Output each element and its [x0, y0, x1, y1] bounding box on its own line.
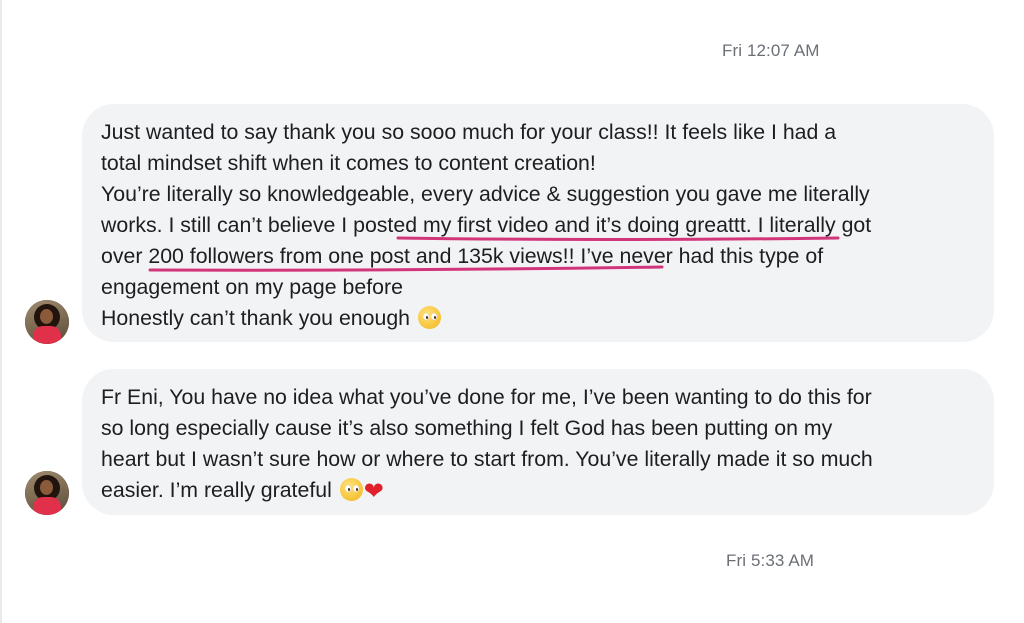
message-line: engagement on my page before — [101, 275, 403, 299]
message-bubble[interactable]: Fr Eni, You have no idea what you’ve don… — [82, 369, 994, 515]
message-line: Fr Eni, You have no idea what you’ve don… — [101, 385, 872, 409]
message-timestamp: Fri 12:07 AM — [722, 41, 820, 60]
message-line: total mindset shift when it comes to con… — [101, 151, 596, 175]
message-line: works. I still can’t believe I posted my… — [101, 213, 872, 237]
message-bubble[interactable]: Just wanted to say thank you so sooo muc… — [82, 104, 994, 342]
message-line: You’re literally so knowledgeable, every… — [101, 182, 870, 206]
message-line-last: Honestly can’t thank you enough — [101, 303, 975, 334]
message-line-last: easier. I’m really grateful ❤ — [101, 475, 975, 507]
message-line: Just wanted to say thank you so sooo muc… — [101, 120, 837, 144]
pleading-face-emoji-icon — [417, 306, 441, 329]
message-line: heart but I wasn’t sure how or where to … — [101, 447, 873, 471]
message-line-text: Honestly can’t thank you enough — [101, 306, 411, 330]
avatar[interactable] — [25, 300, 69, 344]
message-line: so long especially cause it’s also somet… — [101, 416, 833, 440]
message-timestamp: Fri 5:33 AM — [726, 551, 815, 570]
window-edge — [0, 0, 2, 623]
pleading-face-emoji-icon — [339, 478, 363, 501]
message-line: over 200 followers from one post and 135… — [101, 244, 824, 268]
red-heart-emoji-icon: ❤ — [363, 477, 384, 505]
avatar[interactable] — [25, 471, 69, 515]
message-line-text: easier. I’m really grateful — [101, 478, 332, 502]
